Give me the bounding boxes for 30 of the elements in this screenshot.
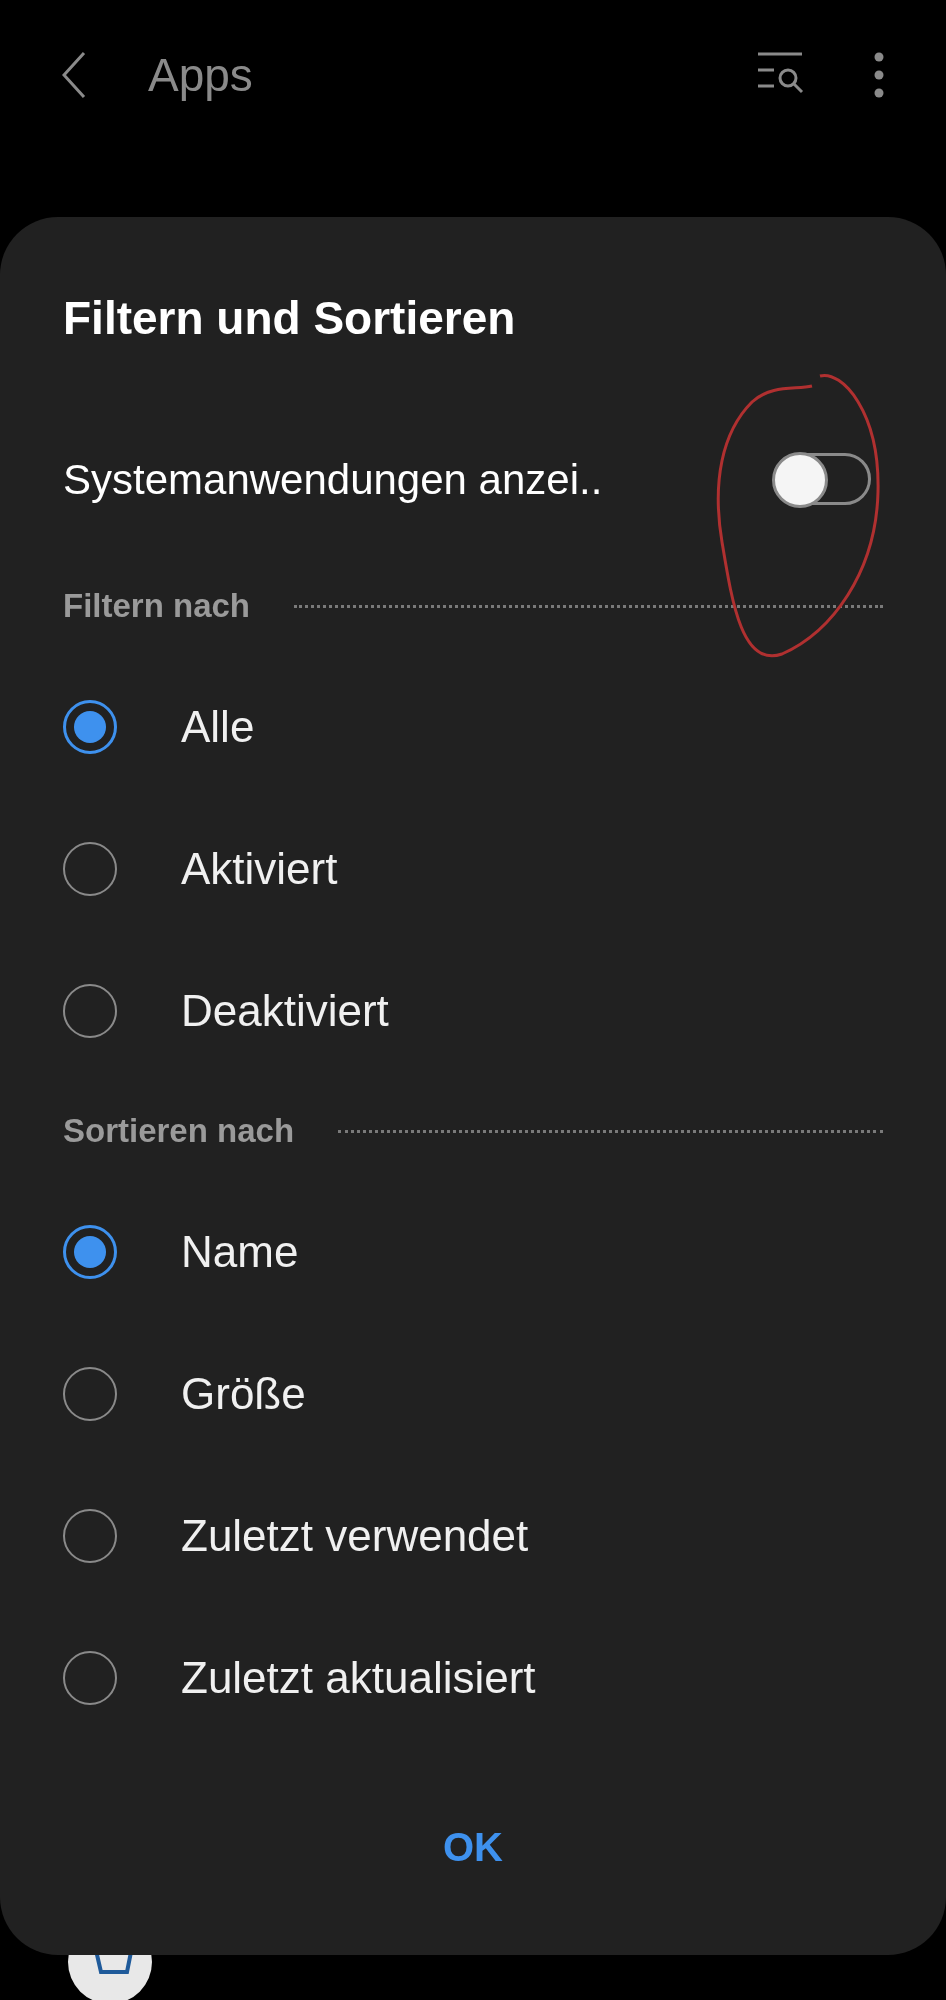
radio-button[interactable] [63,984,117,1038]
option-label: Alle [181,701,255,753]
radio-button[interactable] [63,1367,117,1421]
toggle-switch[interactable] [773,453,871,505]
section-heading: Sortieren nach [63,1111,295,1152]
ok-button[interactable]: OK [423,1811,523,1883]
option-label: Zuletzt verwendet [181,1510,529,1562]
radio-button[interactable] [63,1225,117,1279]
option-label: Name [181,1226,299,1278]
dialog-title: Filtern und Sortieren [63,291,517,346]
radio-option[interactable]: Name [63,1181,883,1323]
toggle-label: Systemanwendungen anzei.. [63,454,603,505]
radio-button[interactable] [63,1651,117,1705]
radio-option[interactable]: Größe [63,1323,883,1465]
radio-option[interactable]: Zuletzt aktualisiert [63,1607,883,1749]
option-label: Deaktiviert [181,985,389,1037]
radio-button[interactable] [63,700,117,754]
option-label: Aktiviert [181,843,338,895]
page-title: Apps [148,47,253,103]
back-icon[interactable] [62,51,86,99]
more-options-icon[interactable] [874,52,884,98]
option-label: Zuletzt aktualisiert [181,1652,536,1704]
radio-button[interactable] [63,1509,117,1563]
radio-option[interactable]: Zuletzt verwendet [63,1465,883,1607]
section-heading: Filtern nach [63,586,251,627]
option-label: Größe [181,1368,306,1420]
radio-option[interactable]: Aktiviert [63,798,883,940]
radio-option[interactable]: Alle [63,656,883,798]
radio-button[interactable] [63,842,117,896]
radio-option[interactable]: Deaktiviert [63,940,883,1082]
